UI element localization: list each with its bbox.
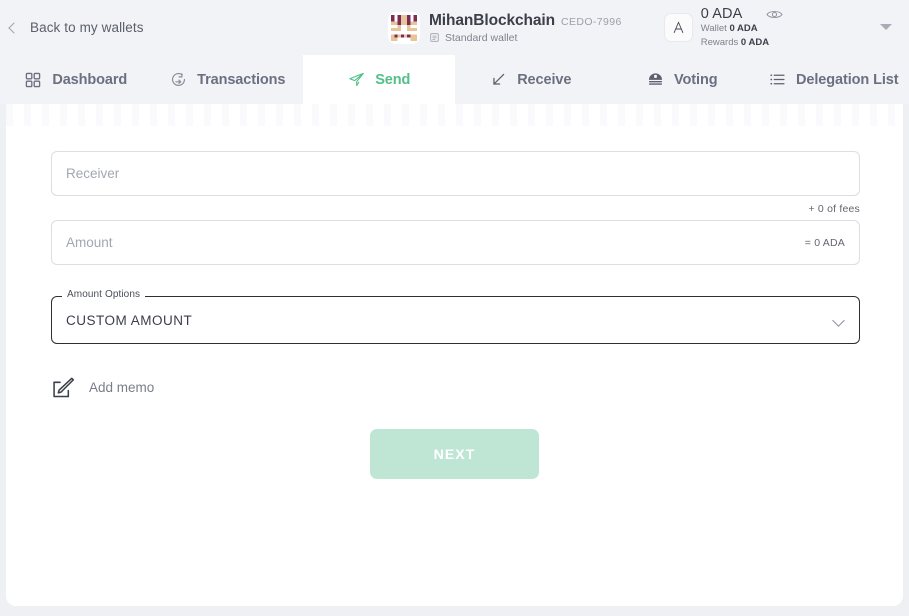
next-button[interactable]: NEXT <box>370 429 539 479</box>
wallet-type-row: Standard wallet <box>429 32 622 44</box>
tab-send[interactable]: Send <box>303 55 455 104</box>
list-icon <box>768 71 786 89</box>
document-icon <box>430 33 439 42</box>
amount-options-value: CUSTOM AMOUNT <box>66 312 193 328</box>
tab-voting[interactable]: Voting <box>606 55 758 104</box>
fees-hint: + 0 of fees <box>808 203 860 215</box>
tab-delegation-list[interactable]: Delegation List <box>758 55 909 104</box>
wallet-name-row: MihanBlockchain CEDO-7996 <box>429 12 622 30</box>
add-memo-button[interactable]: Add memo <box>51 375 211 400</box>
tab-transactions[interactable]: Transactions <box>152 55 304 104</box>
grid-icon <box>24 71 42 89</box>
tab-label-receive: Receive <box>517 71 572 88</box>
wallet-identicon-avatar <box>388 11 420 44</box>
tab-label-delegation-list: Delegation List <box>796 71 899 88</box>
exchange-icon <box>169 71 187 89</box>
tab-dashboard[interactable]: Dashboard <box>0 55 152 104</box>
top-header-bar: Back to my wallets MihanBlockchain CEDO-… <box>0 0 909 55</box>
amount-equivalent: = 0 ADA <box>804 236 845 249</box>
balance-total: 0 ADA <box>700 6 743 23</box>
balance-rewards-label: Rewards <box>700 36 739 48</box>
wallet-app-window: Back to my wallets MihanBlockchain CEDO-… <box>0 0 909 616</box>
balance-wallet-value: 0 ADA <box>729 23 758 35</box>
tab-label-send: Send <box>375 71 411 88</box>
wallet-code: CEDO-7996 <box>560 15 622 28</box>
balance-rewards-line: Rewards 0 ADA <box>701 36 784 49</box>
balance-rewards-value: 0 ADA <box>740 36 770 48</box>
ada-symbol-icon <box>663 13 693 42</box>
back-to-wallets-link[interactable]: Back to my wallets <box>0 20 380 35</box>
amount-options-select-box[interactable]: CUSTOM AMOUNT <box>51 296 860 344</box>
balance-total-row: 0 ADA <box>701 6 784 22</box>
wallet-identity[interactable]: MihanBlockchain CEDO-7996 Standard walle… <box>388 11 622 44</box>
balance-wallet-label: Wallet <box>700 23 727 35</box>
send-form-card: Receiver + 0 of fees Amount = 0 ADA Amou… <box>6 104 903 606</box>
paper-plane-icon <box>347 71 365 89</box>
chevron-down-icon <box>832 314 845 327</box>
tab-label-dashboard: Dashboard <box>52 71 128 88</box>
wallet-type-label: Standard wallet <box>445 31 518 44</box>
card-top-texture <box>6 104 903 126</box>
amount-input[interactable]: Amount = 0 ADA <box>51 220 860 265</box>
caret-down-icon[interactable] <box>880 24 892 30</box>
ballot-box-icon <box>646 71 664 89</box>
amount-placeholder: Amount <box>66 235 113 250</box>
tab-receive[interactable]: Receive <box>455 55 607 104</box>
back-to-wallets-label: Back to my wallets <box>30 20 144 35</box>
arrow-down-left-icon <box>489 71 507 89</box>
send-form: Receiver + 0 of fees Amount = 0 ADA Amou… <box>51 151 860 479</box>
pencil-edit-icon <box>53 377 75 398</box>
balance-wallet-line: Wallet 0 ADA <box>701 22 784 35</box>
balance-text-block: 0 ADA Wallet 0 ADA Rewards 0 ADA <box>701 6 784 49</box>
receiver-input[interactable]: Receiver <box>51 151 860 196</box>
eye-icon[interactable] <box>766 8 783 21</box>
amount-options-legend: Amount Options <box>62 289 146 300</box>
receiver-placeholder: Receiver <box>66 166 120 181</box>
tab-label-transactions: Transactions <box>197 71 286 88</box>
add-memo-label: Add memo <box>89 380 155 395</box>
wallet-text-block: MihanBlockchain CEDO-7996 Standard walle… <box>429 12 622 44</box>
chevron-left-icon <box>6 21 20 35</box>
wallet-balance-block: 0 ADA Wallet 0 ADA Rewards 0 ADA <box>663 6 784 49</box>
wallet-name: MihanBlockchain <box>429 11 555 29</box>
wallet-tab-bar: Dashboard Transactions Send Receive Voti… <box>0 55 909 104</box>
amount-options-select[interactable]: Amount Options CUSTOM AMOUNT <box>51 289 860 344</box>
tab-label-voting: Voting <box>674 71 718 88</box>
